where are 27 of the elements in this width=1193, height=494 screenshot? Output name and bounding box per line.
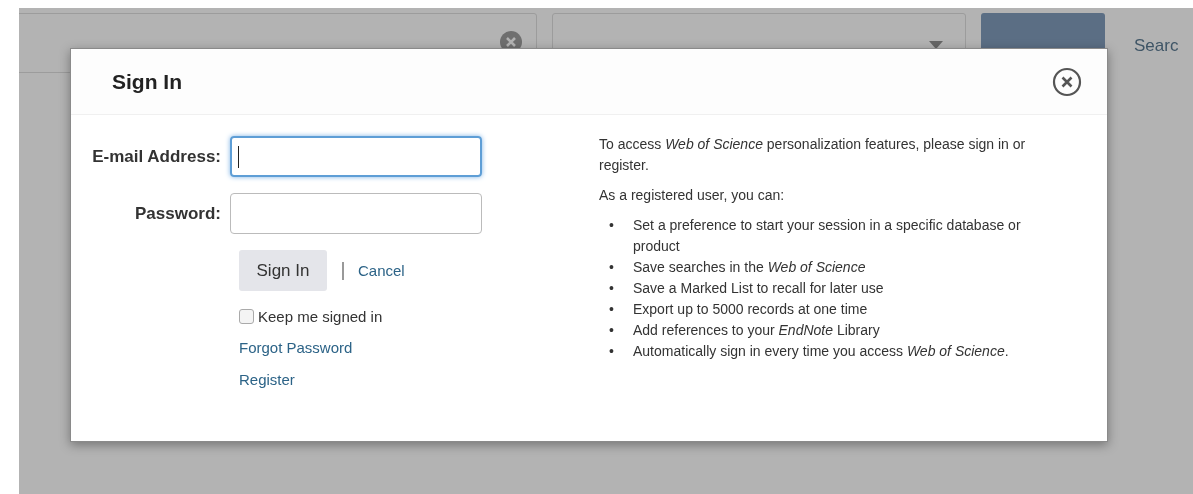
forgot-password-link[interactable]: Forgot Password (239, 339, 353, 356)
intro-text: To access Web of Science personalization features, please sign in or register. (599, 135, 1027, 175)
field-label: E-mail Address: (91, 146, 222, 167)
field-label: Password: (134, 203, 222, 224)
benefit-item: Add references to your EndNote Library (633, 321, 880, 340)
bullet: • (609, 342, 615, 361)
password-field[interactable] (230, 193, 482, 234)
bullet: • (609, 216, 615, 235)
bullet: • (609, 258, 615, 277)
register-link[interactable]: Register (239, 371, 295, 388)
keep-signed-in-checkbox[interactable] (239, 309, 254, 324)
benefit-item: Export up to 5000 records at one time (633, 300, 868, 319)
benefit-item: Save a Marked List to recall for later use (633, 279, 884, 298)
cancel-link[interactable]: Cancel (358, 262, 405, 279)
benefit-item: Save searches in the Web of Science (633, 258, 866, 277)
benefit-item: Set a preference to start your session in a specific database or product (633, 216, 1022, 256)
text-link[interactable]: Searc (1134, 36, 1179, 56)
checkbox-label: Keep me signed in (258, 308, 383, 325)
benefit-item: Automatically sign in every time you access Web of Science. (633, 342, 1009, 361)
close-icon[interactable] (1052, 66, 1082, 97)
email-field[interactable] (230, 136, 482, 177)
sign-in-button[interactable]: Sign In (239, 250, 327, 291)
bullet: • (609, 300, 615, 319)
dialog-title: Sign In (112, 69, 182, 94)
bullet: • (609, 321, 615, 340)
bullet: • (609, 279, 615, 298)
list-heading: As a registered user, you can: (599, 186, 786, 205)
